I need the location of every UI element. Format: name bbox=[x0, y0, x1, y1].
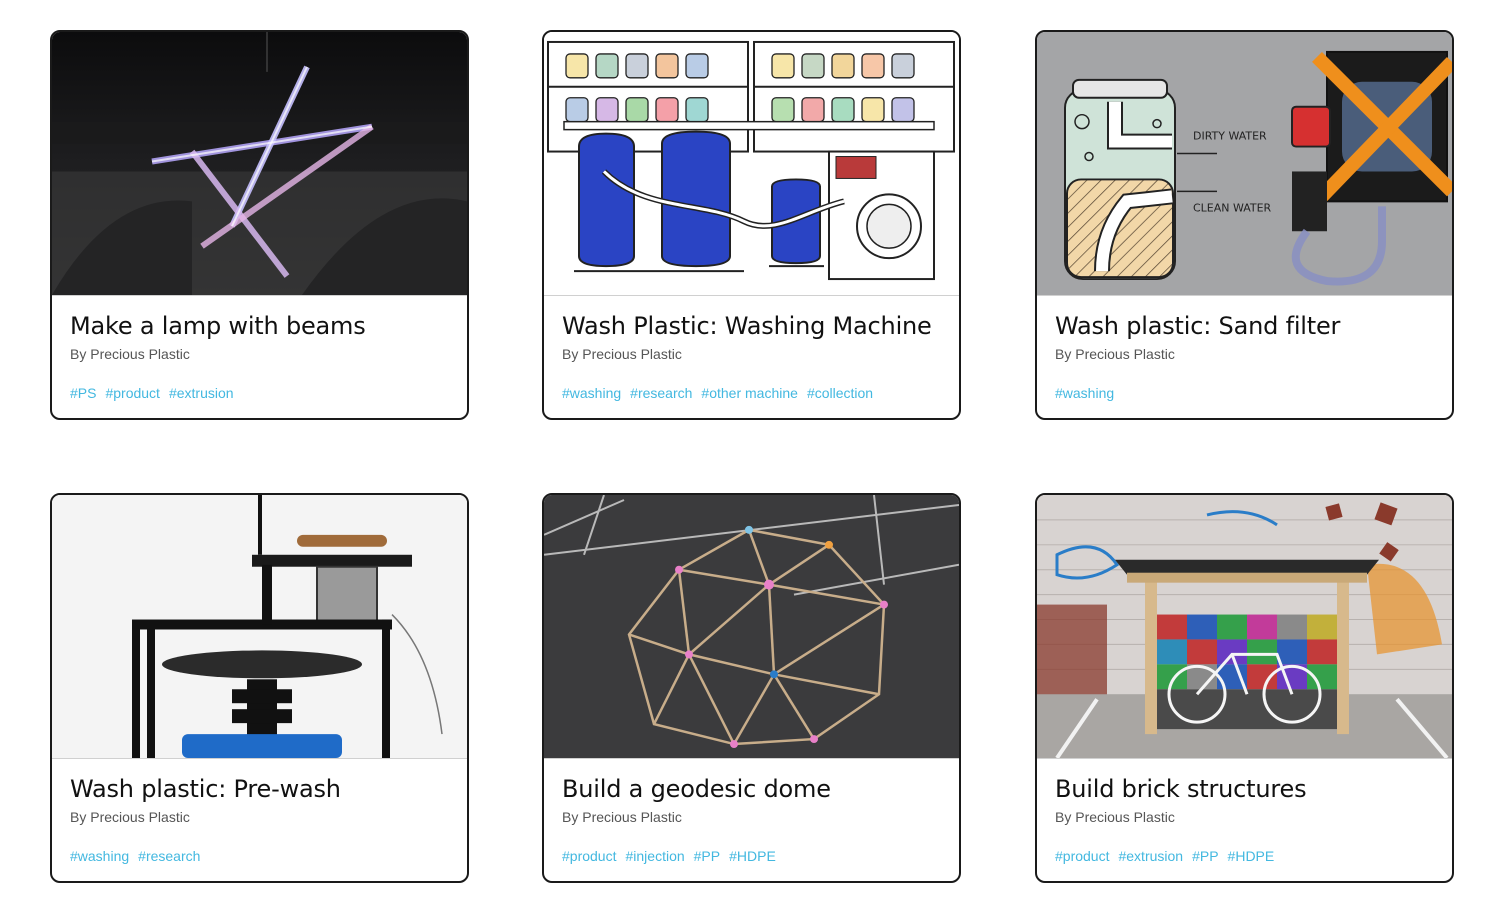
tag-link[interactable]: #HDPE bbox=[1228, 848, 1275, 864]
card-author: By Precious Plastic bbox=[1055, 809, 1175, 825]
tag-link[interactable]: #extrusion bbox=[1118, 848, 1183, 864]
card-title[interactable]: Build brick structures bbox=[1055, 775, 1307, 803]
card-tags: #PS #product #extrusion bbox=[70, 385, 243, 401]
tag-link[interactable]: #research bbox=[630, 385, 692, 401]
howto-card-washing-machine[interactable]: Wash Plastic: Washing Machine By Preciou… bbox=[542, 30, 961, 420]
tag-link[interactable]: #washing bbox=[562, 385, 621, 401]
tag-link[interactable]: #injection bbox=[625, 848, 684, 864]
pre-wash-machine-photo-image bbox=[52, 495, 467, 758]
card-tags: #washing #research #other machine #collecti… bbox=[562, 385, 882, 401]
tag-link[interactable]: #extrusion bbox=[169, 385, 234, 401]
tag-link[interactable]: #PP bbox=[1192, 848, 1218, 864]
card-author: By Precious Plastic bbox=[562, 809, 682, 825]
card-thumbnail[interactable] bbox=[52, 32, 467, 296]
tag-link[interactable]: #HDPE bbox=[729, 848, 776, 864]
card-author: By Precious Plastic bbox=[70, 809, 190, 825]
sand-filter-photo-image: DIRTY WATER CLEAN WATER bbox=[1037, 32, 1452, 295]
card-thumbnail[interactable] bbox=[544, 32, 959, 296]
tag-link[interactable]: #product bbox=[1055, 848, 1109, 864]
lamp-photo-image bbox=[52, 32, 467, 295]
clean-water-label: CLEAN WATER bbox=[1193, 201, 1272, 214]
tag-link[interactable]: #research bbox=[138, 848, 200, 864]
geodesic-dome-photo-image bbox=[544, 495, 959, 758]
tag-link[interactable]: #other machine bbox=[701, 385, 798, 401]
card-author: By Precious Plastic bbox=[562, 346, 682, 362]
tag-link[interactable]: #washing bbox=[70, 848, 129, 864]
tag-link[interactable]: #PS bbox=[70, 385, 96, 401]
card-author: By Precious Plastic bbox=[70, 346, 190, 362]
howto-card-pre-wash[interactable]: Wash plastic: Pre-wash By Precious Plast… bbox=[50, 493, 469, 883]
card-tags: #washing #research bbox=[70, 848, 209, 864]
card-title[interactable]: Wash plastic: Pre-wash bbox=[70, 775, 341, 803]
card-tags: #product #injection #PP #HDPE bbox=[562, 848, 785, 864]
washing-machine-illustration-image bbox=[544, 32, 959, 295]
howto-card-geodesic-dome[interactable]: Build a geodesic dome By Precious Plasti… bbox=[542, 493, 961, 883]
tag-link[interactable]: #product bbox=[105, 385, 159, 401]
howto-card-lamp[interactable]: Make a lamp with beams By Precious Plast… bbox=[50, 30, 469, 420]
howto-card-brick-structures[interactable]: Build brick structures By Precious Plast… bbox=[1035, 493, 1454, 883]
card-author: By Precious Plastic bbox=[1055, 346, 1175, 362]
card-title[interactable]: Build a geodesic dome bbox=[562, 775, 831, 803]
howto-card-sand-filter[interactable]: DIRTY WATER CLEAN WATER Wash plastic: Sa… bbox=[1035, 30, 1454, 420]
tag-link[interactable]: #PP bbox=[694, 848, 720, 864]
card-tags: #washing bbox=[1055, 385, 1123, 401]
tag-link[interactable]: #collection bbox=[807, 385, 873, 401]
card-thumbnail[interactable] bbox=[1037, 495, 1452, 759]
card-tags: #product #extrusion #PP #HDPE bbox=[1055, 848, 1283, 864]
dirty-water-label: DIRTY WATER bbox=[1193, 130, 1267, 143]
card-title[interactable]: Wash plastic: Sand filter bbox=[1055, 312, 1340, 340]
card-title[interactable]: Wash Plastic: Washing Machine bbox=[562, 312, 932, 340]
brick-shelter-photo-image bbox=[1037, 495, 1452, 758]
card-thumbnail[interactable] bbox=[544, 495, 959, 759]
tag-link[interactable]: #washing bbox=[1055, 385, 1114, 401]
card-thumbnail[interactable] bbox=[52, 495, 467, 759]
card-thumbnail[interactable]: DIRTY WATER CLEAN WATER bbox=[1037, 32, 1452, 296]
tag-link[interactable]: #product bbox=[562, 848, 616, 864]
card-title[interactable]: Make a lamp with beams bbox=[70, 312, 366, 340]
